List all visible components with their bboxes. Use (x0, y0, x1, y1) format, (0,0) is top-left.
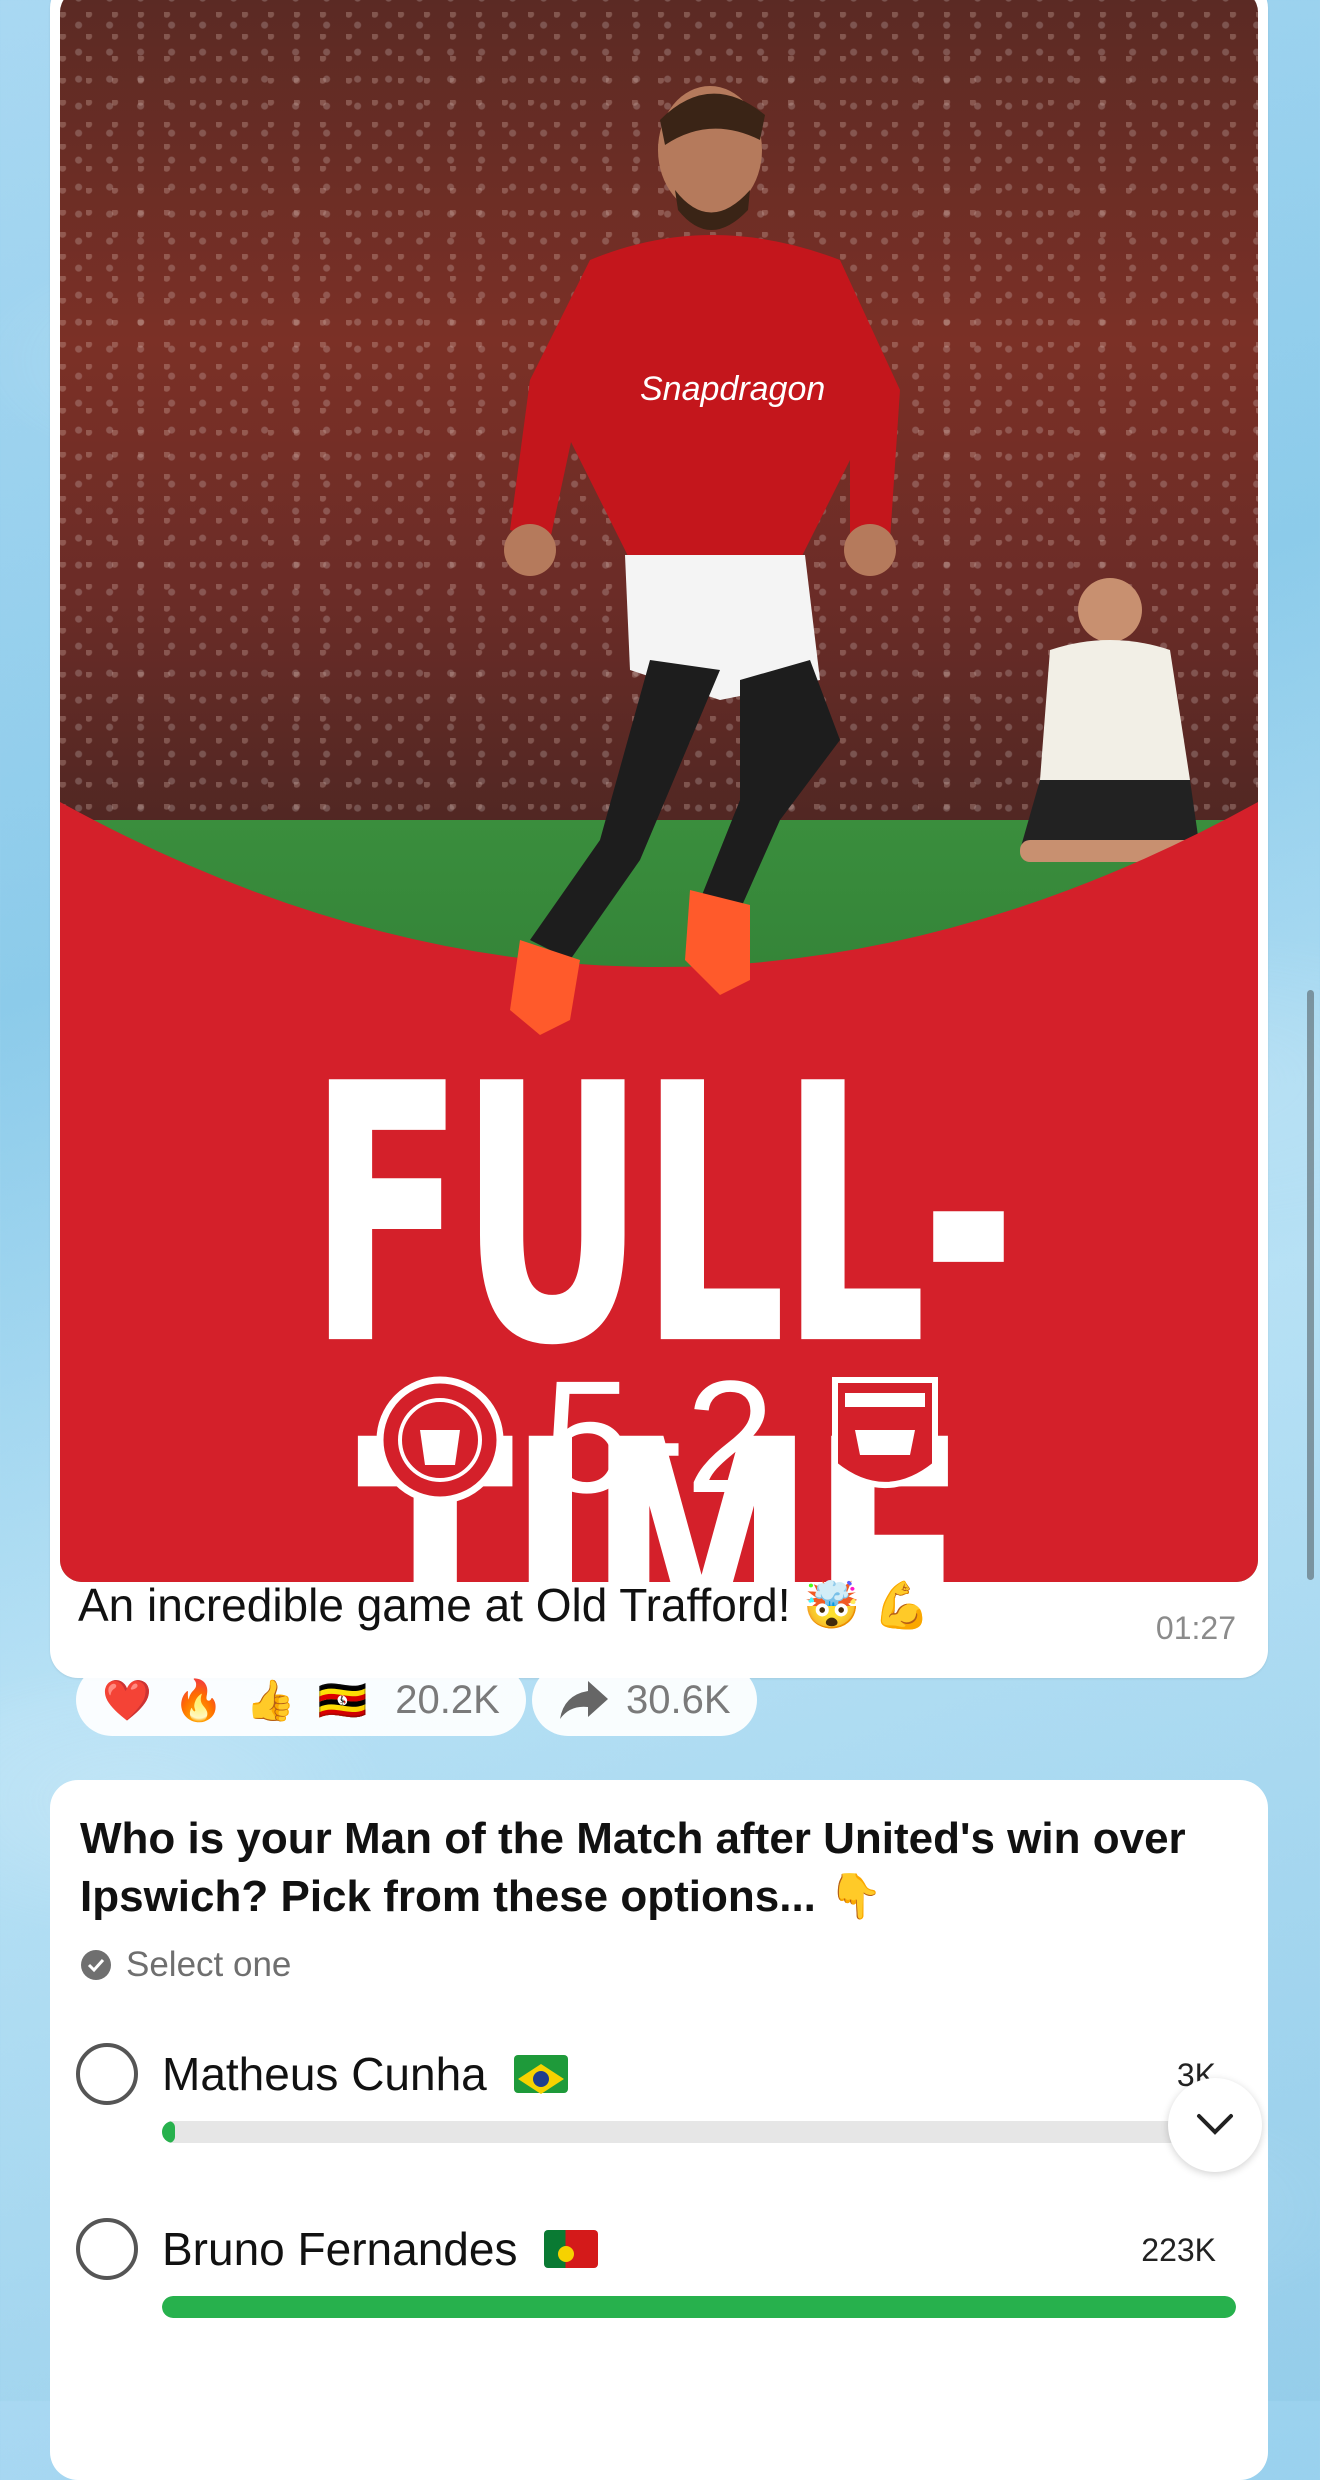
ipswich-town-crest (832, 1377, 938, 1488)
poll-option-cunha[interactable]: Matheus Cunha 3K (76, 2035, 1246, 2195)
poll-mode-label: Select one (126, 1945, 292, 1984)
option-count: 223K (1141, 2232, 1216, 2268)
option-bar (162, 2121, 1236, 2143)
reactions-count: 20.2K (395, 1677, 500, 1722)
heart-reaction-icon: ❤️ (102, 1678, 152, 1723)
match-photo[interactable]: Snapdragon FULL-TIME 5-2 (60, 0, 1258, 1582)
radio-button[interactable] (76, 2218, 138, 2280)
check-circle-icon (81, 1950, 111, 1980)
thumbs-up-reaction-icon: 👍 (245, 1678, 296, 1723)
portugal-flag-icon (544, 2229, 599, 2268)
option-bar (162, 2296, 1236, 2318)
forward-arrow-icon (560, 1681, 608, 1719)
scrollbar[interactable] (1307, 990, 1314, 1580)
option-label: Bruno Fernandes (162, 2222, 599, 2276)
shares-count: 30.6K (626, 1677, 731, 1722)
scroll-down-button[interactable] (1168, 2078, 1262, 2172)
poll-message: Who is your Man of the Match after Unite… (50, 1780, 1268, 2480)
poll-question: Who is your Man of the Match after Unite… (80, 1814, 1186, 1921)
option-bar-fill (162, 2296, 1236, 2318)
option-bar-fill (162, 2121, 175, 2143)
radio-button[interactable] (76, 2043, 138, 2105)
chevron-down-icon (1197, 2114, 1233, 2135)
message-timestamp: 01:27 (1155, 1610, 1236, 1646)
poll-mode: Select one (80, 1945, 291, 1985)
uganda-flag-reaction-icon: 🇺🇬 (317, 1678, 368, 1723)
photo-message[interactable]: Snapdragon FULL-TIME 5-2 An incredible g… (50, 0, 1268, 1678)
message-caption: An incredible game at Old Trafford! 🤯 💪 (78, 1579, 931, 1631)
final-score: 5-2 (543, 1347, 775, 1526)
option-label: Matheus Cunha (162, 2047, 568, 2101)
poll-option-fernandes[interactable]: Bruno Fernandes 223K (76, 2210, 1246, 2370)
reactions-pill[interactable]: ❤️ 🔥 👍 🇺🇬 20.2K (76, 1664, 526, 1736)
brazil-flag-icon (513, 2054, 568, 2094)
svg-text:Snapdragon: Snapdragon (640, 370, 825, 408)
forward-button[interactable]: 30.6K (532, 1664, 757, 1736)
celebrating-player-figure: Snapdragon (504, 86, 900, 1035)
fire-reaction-icon: 🔥 (173, 1678, 224, 1723)
